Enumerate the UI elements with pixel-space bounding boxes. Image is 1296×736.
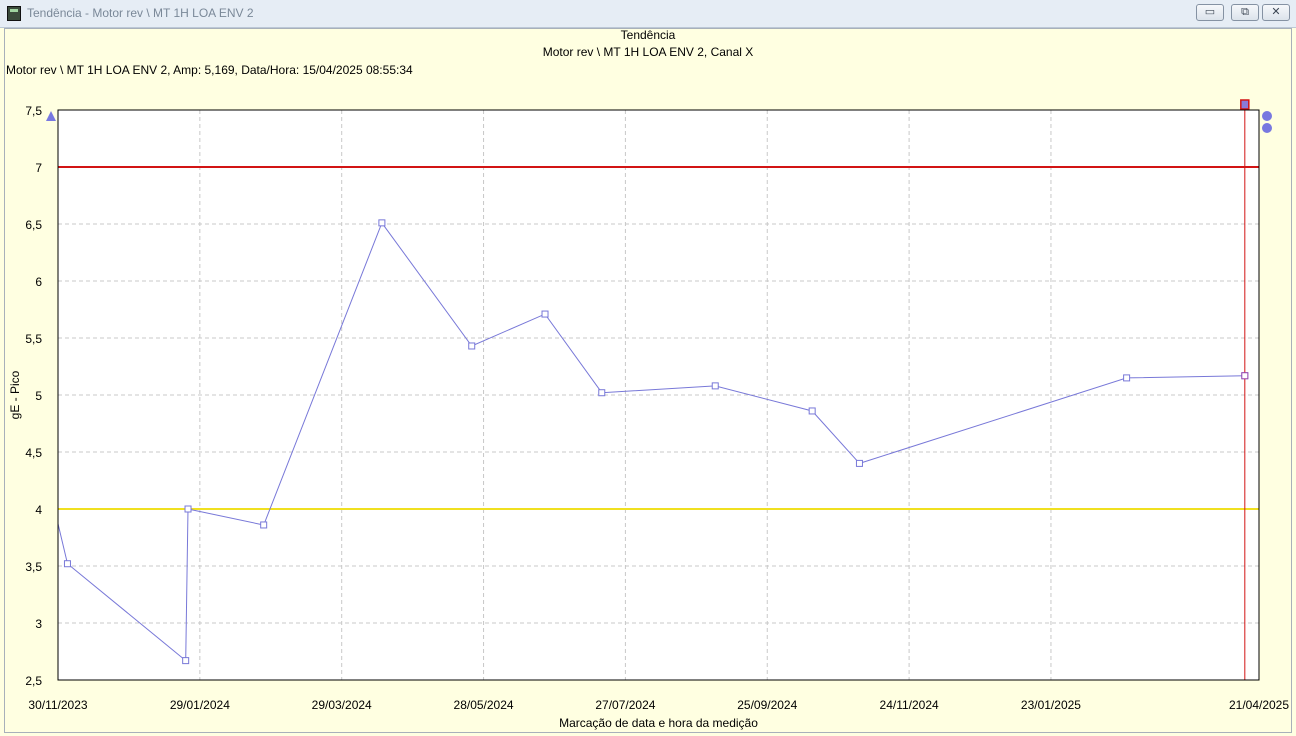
x-tick-label: 24/11/2024 [880, 698, 939, 712]
marker-dot-icon[interactable] [1262, 111, 1272, 121]
cursor-handle[interactable] [1240, 99, 1250, 110]
trend-chart[interactable]: 30/11/2023 29/01/2024 29/03/2024 28/05/2024… [0, 0, 1296, 736]
y-tick-label: 7,5 [25, 104, 42, 118]
scroll-up-icon[interactable] [46, 111, 56, 121]
y-tick-label: 3 [35, 617, 42, 631]
y-tick-label: 4 [35, 503, 42, 517]
data-point[interactable] [711, 382, 719, 390]
x-tick-label: 29/01/2024 [170, 698, 230, 712]
y-tick-label: 6,5 [25, 218, 42, 232]
y-tick-label: 2,5 [25, 674, 42, 688]
data-point[interactable] [541, 310, 549, 318]
cursor-marker [1241, 372, 1249, 380]
data-point[interactable] [468, 342, 476, 350]
plot-area [58, 110, 1259, 680]
y-tick-label: 3,5 [25, 560, 42, 574]
data-point[interactable] [808, 407, 816, 415]
data-point[interactable] [184, 505, 192, 513]
x-tick-label: 28/05/2024 [454, 698, 514, 712]
x-tick-label: 30/11/2023 [28, 698, 87, 712]
data-point[interactable] [182, 657, 190, 665]
y-tick-label: 7 [35, 161, 42, 175]
data-point[interactable] [63, 560, 71, 568]
marker-dot-icon[interactable] [1262, 123, 1272, 133]
y-tick-label: 5,5 [25, 332, 42, 346]
x-axis-label: Marcação de data e hora da medição [559, 716, 758, 730]
data-point[interactable] [598, 389, 606, 397]
data-point[interactable] [1123, 374, 1131, 382]
y-tick-label: 4,5 [25, 446, 42, 460]
x-tick-label: 27/07/2024 [595, 698, 655, 712]
data-point[interactable] [855, 459, 863, 467]
y-axis-label: gE - Pico [8, 370, 22, 419]
x-tick-label: 21/04/2025 [1229, 698, 1289, 712]
x-tick-label: 25/09/2024 [737, 698, 797, 712]
data-point[interactable] [260, 521, 268, 529]
y-tick-label: 6 [35, 275, 42, 289]
y-tick-label: 5 [35, 389, 42, 403]
x-tick-label: 23/01/2025 [1021, 698, 1081, 712]
data-point[interactable] [378, 219, 386, 227]
x-tick-label: 29/03/2024 [312, 698, 372, 712]
